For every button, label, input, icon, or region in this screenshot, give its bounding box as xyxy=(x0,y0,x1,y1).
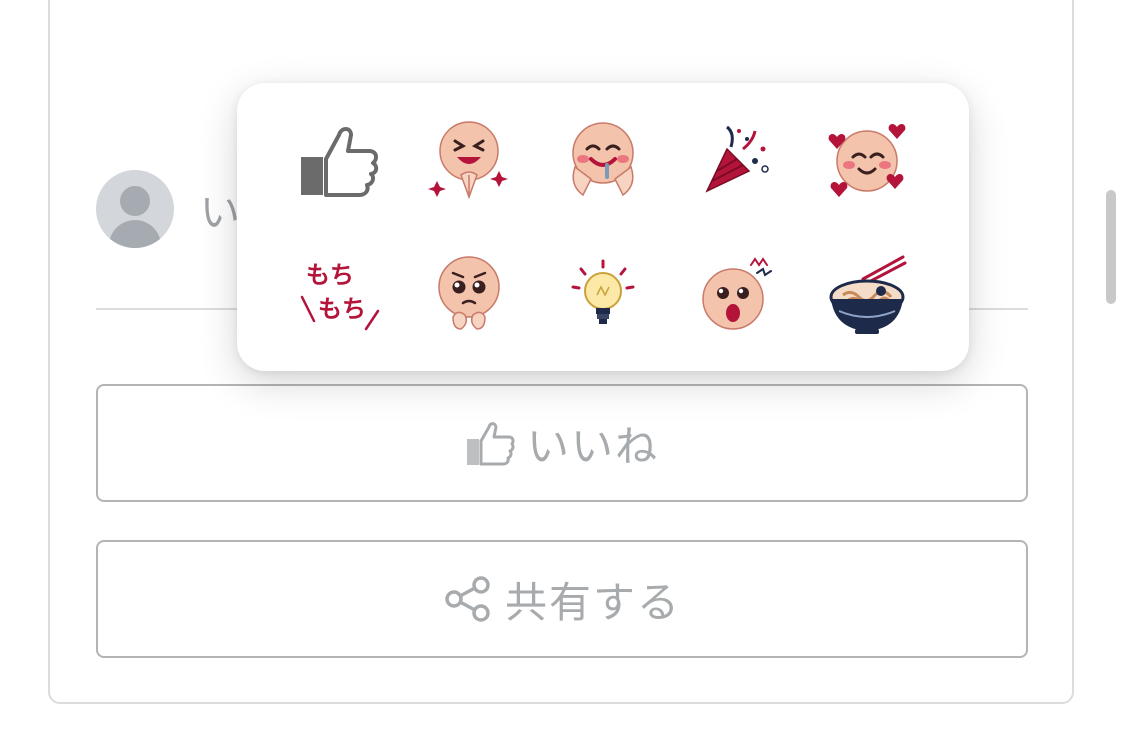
reaction-surprised[interactable] xyxy=(685,245,785,345)
pleading-face-icon xyxy=(438,256,500,330)
light-bulb-icon xyxy=(571,259,635,324)
avatar-body-shape xyxy=(109,220,161,248)
party-popper-icon xyxy=(705,125,769,193)
reaction-light-bulb[interactable] xyxy=(553,245,653,345)
reaction-pleading[interactable] xyxy=(419,245,519,345)
thumbs-up-icon xyxy=(465,418,515,468)
laughing-praying-face-icon xyxy=(428,121,508,200)
reaction-thumbs-up[interactable] xyxy=(289,111,389,211)
reaction-party-popper[interactable] xyxy=(685,111,785,211)
mochi-line-2: もち xyxy=(318,295,366,323)
reader-row: い xyxy=(96,170,240,248)
scrollbar[interactable] xyxy=(1106,190,1116,304)
reaction-laughing-praying[interactable] xyxy=(419,111,519,211)
reaction-drooling[interactable] xyxy=(553,111,653,211)
drooling-face-icon xyxy=(572,122,634,197)
reaction-smiling-hearts[interactable] xyxy=(817,111,917,211)
reaction-mochi-mochi[interactable]: もち もち xyxy=(289,245,389,345)
avatar-head-shape xyxy=(120,186,150,216)
smiling-face-with-hearts-icon xyxy=(828,123,906,197)
like-button[interactable]: いいね xyxy=(96,384,1028,502)
udon-bowl-icon xyxy=(829,255,907,334)
avatar[interactable] xyxy=(96,170,174,248)
article-page: い いいね 共有する もち もち xyxy=(0,0,1125,750)
share-button[interactable]: 共有する xyxy=(96,540,1028,658)
thumbs-up-reaction-icon xyxy=(301,127,379,197)
share-button-label: 共有する xyxy=(504,577,681,627)
mochi-line-1: もち xyxy=(306,261,354,289)
surprised-face-icon xyxy=(702,257,772,330)
share-icon xyxy=(443,574,493,624)
reader-text: い xyxy=(200,190,240,236)
reaction-udon-bowl[interactable] xyxy=(817,245,917,345)
like-button-label: いいね xyxy=(526,421,659,471)
reaction-picker: もち もち xyxy=(237,83,969,371)
mochi-mochi-sticker: もち もち xyxy=(300,261,380,331)
